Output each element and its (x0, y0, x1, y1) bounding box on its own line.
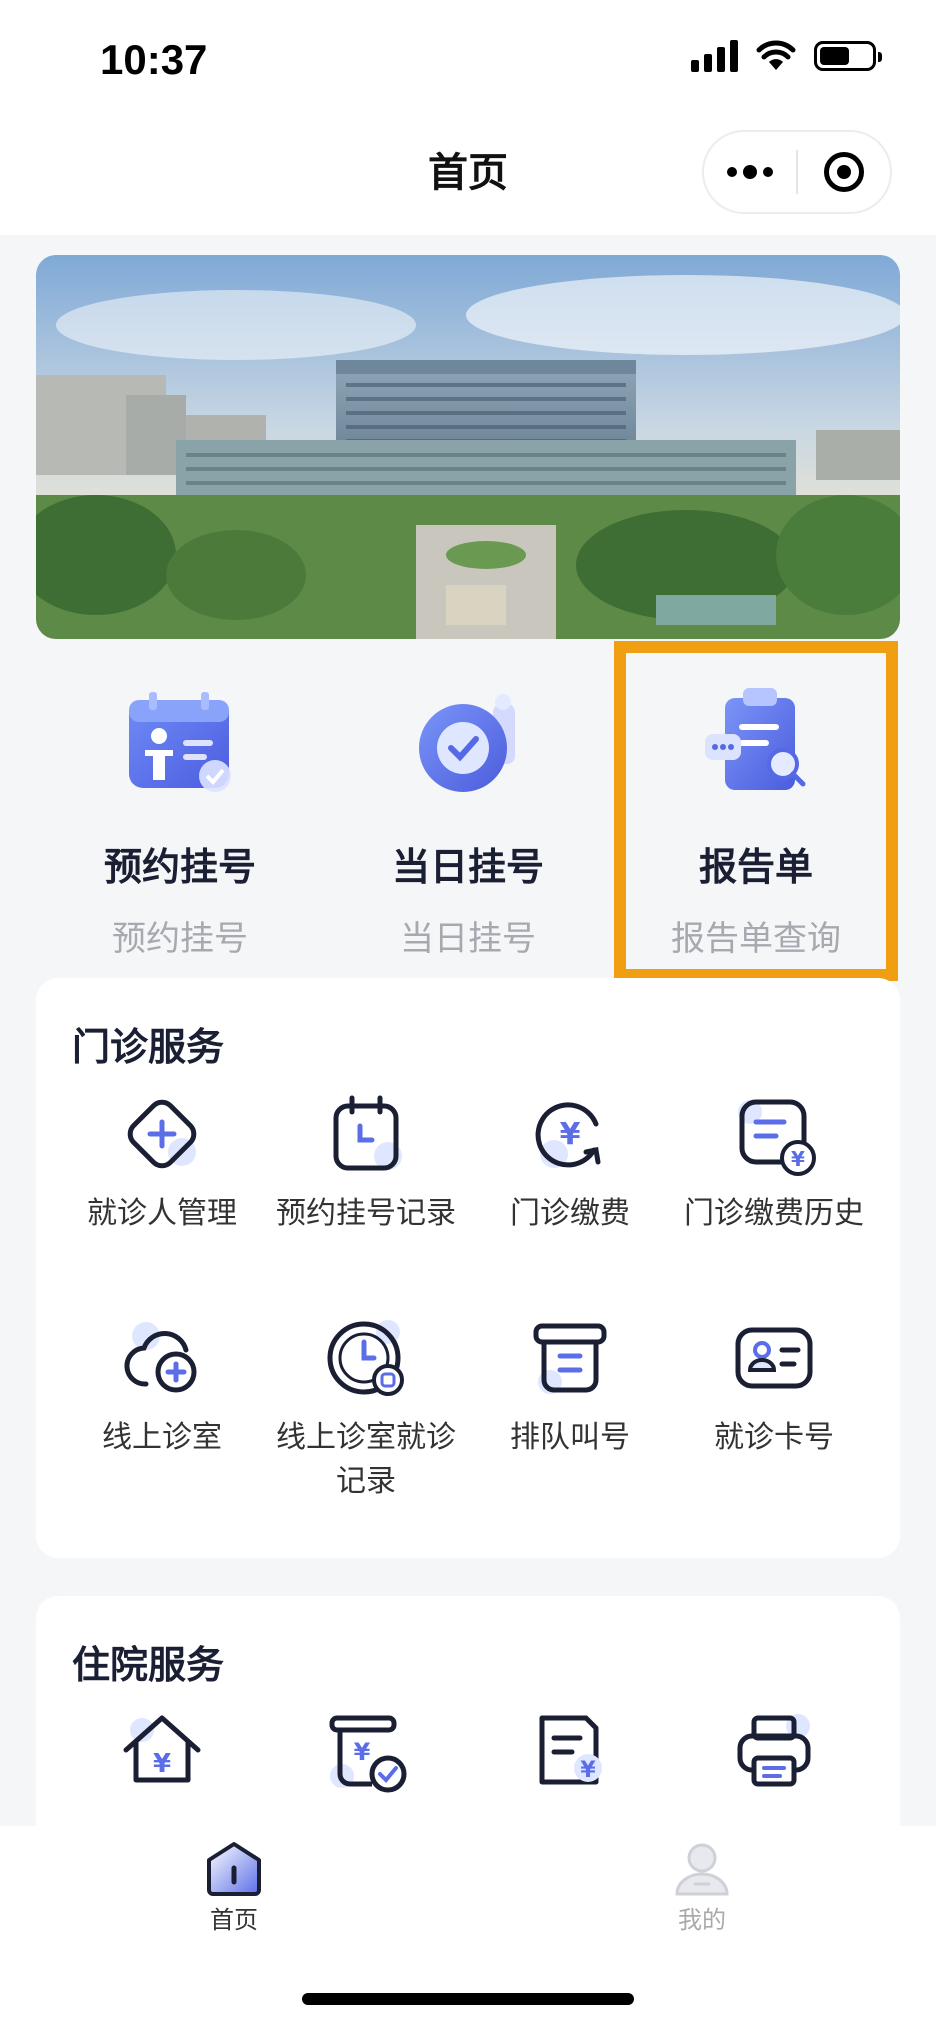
close-mini-program-icon[interactable] (798, 152, 890, 192)
section-title: 门诊服务 (72, 1025, 225, 1069)
cloud-plus-icon (124, 1322, 197, 1393)
outpatient-services-card: 门诊服务 就诊人管理 预约挂号记录 ¥ 门诊缴费 ¥ 门诊缴费历史 线上诊室 线… (36, 978, 900, 1558)
check-badge-icon (419, 694, 515, 792)
service-patient-management[interactable]: 就诊人管理 (60, 1088, 264, 1312)
wifi-icon (756, 40, 796, 70)
tab-home[interactable]: 首页 (174, 1840, 294, 1935)
quick-action-title: 预约挂号 (103, 845, 256, 889)
cellular-signal-icon (691, 40, 738, 72)
report-clipboard-icon (705, 688, 806, 790)
status-time: 10:37 (100, 36, 208, 83)
service-label: 排队叫号 (510, 1420, 630, 1455)
status-bar: 10:37 (0, 0, 936, 120)
svg-text:¥: ¥ (354, 1738, 371, 1766)
quick-action-title: 当日挂号 (391, 845, 544, 889)
service-queue-calling[interactable]: 排队叫号 (468, 1312, 672, 1536)
hospital-banner-image[interactable] (36, 255, 900, 639)
deposit-check-icon: ¥ (329, 1715, 407, 1793)
service-online-clinic[interactable]: 线上诊室 (60, 1312, 264, 1536)
more-options-icon[interactable] (704, 165, 796, 179)
service-label: 门诊缴费 (510, 1196, 630, 1231)
quick-action-report[interactable]: 报告单 报告单查询 (612, 650, 900, 970)
quick-action-title: 报告单 (698, 845, 813, 889)
clock-record-icon (327, 1320, 404, 1396)
inpatient-services-card: 住院服务 ¥ ¥ ¥ (36, 1596, 900, 1856)
service-online-clinic-records[interactable]: 线上诊室就诊记录 (264, 1312, 468, 1536)
tab-label: 首页 (210, 1906, 258, 1934)
yuan-refresh-icon: ¥ (535, 1102, 601, 1168)
printer-icon (737, 1714, 811, 1787)
mini-program-capsule (702, 130, 892, 214)
tab-mine[interactable]: 我的 (642, 1840, 762, 1935)
navigation-bar: 首页 (0, 120, 936, 235)
quick-action-subtitle: 报告单查询 (671, 919, 841, 959)
outpatient-grid: 就诊人管理 预约挂号记录 ¥ 门诊缴费 ¥ 门诊缴费历史 线上诊室 线上诊室就诊… (36, 1088, 900, 1536)
house-yuan-icon: ¥ (123, 1715, 201, 1783)
queue-box-icon (533, 1323, 607, 1394)
svg-text:¥: ¥ (580, 1758, 596, 1783)
bill-history-icon: ¥ (738, 1099, 816, 1176)
quick-actions: 预约挂号 预约挂号 当日挂号 当日挂号 报告单 报告单查询 (36, 650, 900, 970)
svg-text:¥: ¥ (153, 1749, 171, 1779)
calendar-person-icon (129, 692, 231, 792)
calendar-clock-icon (333, 1095, 402, 1171)
user-icon (675, 1843, 729, 1896)
plus-diamond-icon (127, 1099, 197, 1169)
service-card-number[interactable]: 就诊卡号 (672, 1312, 876, 1536)
service-appointment-records[interactable]: 预约挂号记录 (264, 1088, 468, 1312)
home-indicator (302, 1993, 634, 2005)
section-title: 住院服务 (72, 1643, 225, 1687)
battery-icon (814, 41, 882, 71)
service-label: 门诊缴费历史 (684, 1196, 864, 1231)
service-label: 线上诊室就诊记录 (276, 1420, 456, 1499)
id-card-icon (735, 1327, 813, 1389)
quick-action-appointment[interactable]: 预约挂号 预约挂号 (36, 650, 324, 970)
service-label: 线上诊室 (102, 1420, 222, 1455)
service-payment-history[interactable]: ¥ 门诊缴费历史 (672, 1088, 876, 1312)
home-icon (207, 1842, 261, 1896)
svg-text:¥: ¥ (560, 1117, 581, 1152)
service-label: 预约挂号记录 (276, 1196, 456, 1231)
quick-action-subtitle: 当日挂号 (400, 919, 536, 959)
tab-label: 我的 (678, 1906, 726, 1934)
quick-action-subtitle: 预约挂号 (112, 919, 248, 959)
status-icons (691, 40, 882, 72)
service-outpatient-payment[interactable]: ¥ 门诊缴费 (468, 1088, 672, 1312)
quick-action-same-day[interactable]: 当日挂号 当日挂号 (324, 650, 612, 970)
svg-text:¥: ¥ (791, 1147, 805, 1171)
service-label: 就诊卡号 (714, 1420, 834, 1455)
document-yuan-icon: ¥ (539, 1715, 602, 1785)
service-label: 就诊人管理 (87, 1196, 237, 1231)
